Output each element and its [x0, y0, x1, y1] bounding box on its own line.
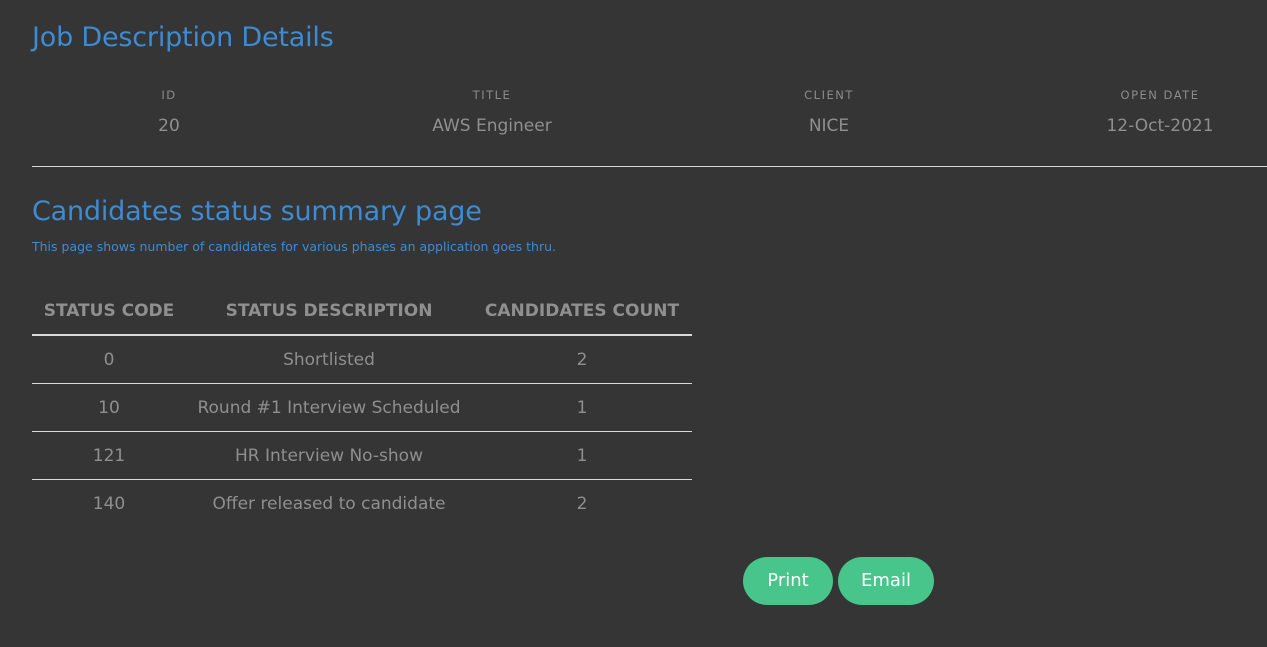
- email-button[interactable]: Email: [838, 557, 934, 605]
- candidates-count-cell: 2: [472, 335, 692, 384]
- table-row: 140 Offer released to candidate 2: [32, 480, 692, 528]
- job-client-label: CLIENT: [804, 88, 854, 102]
- job-details-row: ID 20 TITLE AWS Engineer CLIENT NICE OPE…: [0, 88, 1267, 148]
- header-status-description: STATUS DESCRIPTION: [186, 288, 472, 336]
- section-divider: [32, 166, 1267, 167]
- candidates-count-cell: 1: [472, 431, 692, 480]
- header-status-code: STATUS CODE: [32, 288, 186, 336]
- status-code-cell: 140: [92, 493, 126, 514]
- summary-subtitle: This page shows number of candidates for…: [32, 239, 557, 254]
- status-table: STATUS CODE STATUS DESCRIPTION CANDIDATE…: [32, 288, 692, 527]
- table-row: 121 HR Interview No-show 1: [32, 431, 692, 480]
- status-code-cell: 0: [32, 335, 186, 384]
- job-client-field: CLIENT NICE: [804, 88, 854, 136]
- status-code-cell: 121: [32, 431, 186, 480]
- table-row: 0 Shortlisted 2: [32, 335, 692, 384]
- header-candidates-count: CANDIDATES COUNT: [472, 288, 692, 336]
- job-details-heading: Job Description Details: [32, 22, 334, 53]
- job-title-label: TITLE: [472, 88, 512, 102]
- candidates-count-cell: 2: [576, 493, 588, 514]
- job-open-date-field: OPEN DATE 12-Oct-2021: [1106, 88, 1213, 136]
- job-id-label: ID: [161, 88, 177, 102]
- job-id-value: 20: [158, 116, 180, 136]
- status-description-cell: Round #1 Interview Scheduled: [186, 383, 472, 432]
- status-description-cell: Offer released to candidate: [212, 493, 446, 514]
- status-code-cell: 10: [32, 383, 186, 432]
- table-header-row: STATUS CODE STATUS DESCRIPTION CANDIDATE…: [32, 288, 692, 336]
- summary-heading: Candidates status summary page: [32, 196, 482, 227]
- job-open-date-value: 12-Oct-2021: [1106, 116, 1214, 136]
- job-id-field: ID 20: [158, 88, 180, 136]
- status-description-cell: HR Interview No-show: [186, 431, 472, 480]
- page: Job Description Details ID 20 TITLE AWS …: [0, 0, 1267, 647]
- table-row: 10 Round #1 Interview Scheduled 1: [32, 383, 692, 432]
- status-description-cell: Shortlisted: [186, 335, 472, 384]
- print-button[interactable]: Print: [743, 557, 833, 605]
- job-client-value: NICE: [808, 116, 850, 136]
- job-open-date-label: OPEN DATE: [1120, 88, 1200, 102]
- job-title-value: AWS Engineer: [432, 116, 552, 136]
- candidates-count-cell: 1: [472, 383, 692, 432]
- job-title-field: TITLE AWS Engineer: [432, 88, 551, 136]
